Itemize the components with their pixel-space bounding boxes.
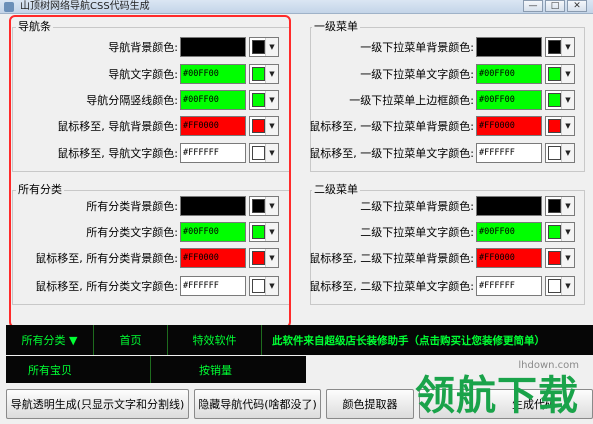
level2-color-row: 鼠标移至, 二级下拉菜单背景颜色: #FF0000 ▼ [0,248,575,268]
color-value-field[interactable]: #FF0000 [476,116,542,136]
maximize-button[interactable]: □ [545,0,565,12]
nav-preview: 所有分类 ▼ 首页 特效软件 此软件来自超级店长装修助手（点击购买让您装修更简单… [6,325,593,355]
hide-nav-code-button[interactable]: 隐藏导航代码(啥都没了) [194,389,321,419]
color-row-label: 二级下拉菜单文字颜色: [360,226,474,239]
window-title: 山顶树网络导航CSS代码生成 [20,1,150,12]
color-dropdown[interactable]: ▼ [545,248,575,268]
chevron-down-icon[interactable]: ▼ [561,197,574,215]
color-row-label: 一级下拉菜单背景颜色: [360,41,474,54]
color-preview-box [548,146,561,160]
color-preview-box [548,67,561,81]
level2-color-row: 鼠标移至, 二级下拉菜单文字颜色: #FFFFFF ▼ [0,276,575,296]
color-value-field[interactable] [476,196,542,216]
level1-color-row: 一级下拉菜单文字颜色: #00FF00 ▼ [0,64,575,84]
watermark-logo-text: 领航下载 [415,372,579,419]
nav-preview-home[interactable]: 首页 [94,325,168,355]
subnav-preview: 所有宝贝 按销量 [6,356,306,383]
chevron-down-icon[interactable]: ▼ [561,249,574,267]
color-row-label: 二级下拉菜单背景颜色: [360,200,474,213]
close-button[interactable]: ✕ [567,0,587,12]
color-value-field[interactable]: #FFFFFF [476,143,542,163]
chevron-down-icon[interactable]: ▼ [561,277,574,295]
color-preview-box [548,40,561,54]
color-row-label: 鼠标移至, 一级下拉菜单背景颜色: [309,120,474,133]
color-dropdown[interactable]: ▼ [545,222,575,242]
window-controls: — □ ✕ [523,0,587,12]
chevron-down-icon[interactable]: ▼ [561,38,574,56]
app-icon [4,2,14,12]
chevron-down-icon[interactable]: ▼ [561,91,574,109]
color-value-field[interactable]: #00FF00 [476,222,542,242]
all-categories-group-title: 所有分类 [16,183,64,196]
color-preview-box [548,225,561,239]
nav-group-title: 导航条 [16,20,53,33]
color-value-field[interactable]: #00FF00 [476,90,542,110]
color-preview-box [548,199,561,213]
level1-color-row: 鼠标移至, 一级下拉菜单文字颜色: #FFFFFF ▼ [0,143,575,163]
color-value-field[interactable]: #00FF00 [476,64,542,84]
level1-group-title: 一级菜单 [312,20,360,33]
color-preview-box [548,119,561,133]
level2-color-row: 二级下拉菜单背景颜色: ▼ [0,196,575,216]
color-row-label: 鼠标移至, 二级下拉菜单背景颜色: [309,252,474,265]
color-dropdown[interactable]: ▼ [545,143,575,163]
level1-color-row: 鼠标移至, 一级下拉菜单背景颜色: #FF0000 ▼ [0,116,575,136]
color-row-label: 鼠标移至, 二级下拉菜单文字颜色: [309,280,474,293]
color-preview-box [548,251,561,265]
level1-color-row: 一级下拉菜单背景颜色: ▼ [0,37,575,57]
color-row-label: 鼠标移至, 一级下拉菜单文字颜色: [309,147,474,160]
color-row-label: 一级下拉菜单文字颜色: [360,68,474,81]
level2-color-row: 二级下拉菜单文字颜色: #00FF00 ▼ [0,222,575,242]
color-preview-box [548,279,561,293]
level1-color-row: 一级下拉菜单上边框颜色: #00FF00 ▼ [0,90,575,110]
color-dropdown[interactable]: ▼ [545,276,575,296]
color-dropdown[interactable]: ▼ [545,116,575,136]
color-dropdown[interactable]: ▼ [545,196,575,216]
chevron-down-icon[interactable]: ▼ [561,144,574,162]
chevron-down-icon[interactable]: ▼ [561,65,574,83]
color-value-field[interactable]: #FFFFFF [476,276,542,296]
nav-preview-promo[interactable]: 此软件来自超级店长装修助手（点击购买让您装修更简单） [262,333,545,348]
color-value-field[interactable]: #FF0000 [476,248,542,268]
watermark: lhdown.com 领航下载 [415,360,593,424]
color-dropdown[interactable]: ▼ [545,37,575,57]
chevron-down-icon[interactable]: ▼ [561,117,574,135]
title-bar: 山顶树网络导航CSS代码生成 — □ ✕ [0,0,593,14]
color-dropdown[interactable]: ▼ [545,90,575,110]
color-picker-button[interactable]: 颜色提取器 [326,389,414,419]
color-dropdown[interactable]: ▼ [545,64,575,84]
subnav-preview-by-sales[interactable]: 按销量 [151,356,301,383]
transparent-generate-button[interactable]: 导航透明生成(只显示文字和分割线) [6,389,189,419]
color-preview-box [548,93,561,107]
chevron-down-icon[interactable]: ▼ [561,223,574,241]
nav-preview-effects[interactable]: 特效软件 [168,325,262,355]
color-value-field[interactable] [476,37,542,57]
nav-preview-all-categories[interactable]: 所有分类 ▼ [6,325,94,355]
color-row-label: 一级下拉菜单上边框颜色: [349,94,474,107]
level2-group-title: 二级菜单 [312,183,360,196]
subnav-preview-all-items[interactable]: 所有宝贝 [6,356,151,383]
minimize-button[interactable]: — [523,0,543,12]
